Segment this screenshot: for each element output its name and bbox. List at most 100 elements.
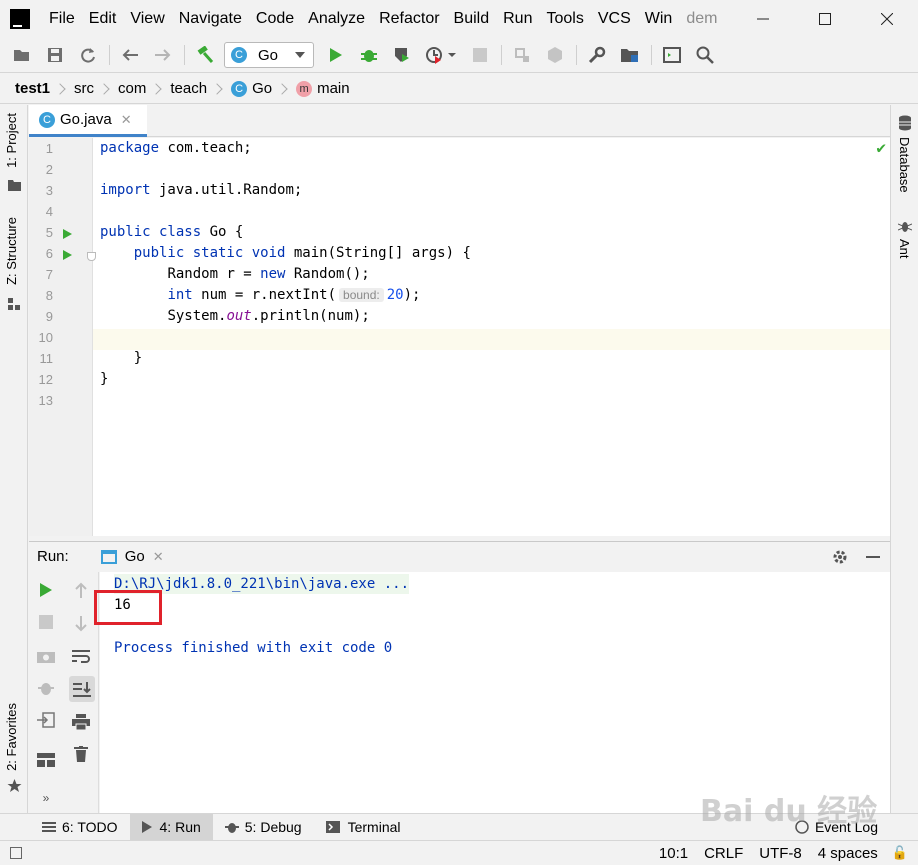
close-run-tab-icon[interactable]: ✕ bbox=[153, 549, 164, 565]
update-button[interactable] bbox=[541, 41, 569, 69]
run-configuration-label: Go bbox=[258, 46, 279, 64]
stop-run-button[interactable] bbox=[34, 610, 58, 634]
run-icon bbox=[141, 821, 152, 833]
scroll-down-button[interactable] bbox=[69, 612, 93, 636]
run-panel-header: Run: Go ✕ bbox=[29, 541, 890, 571]
breadcrumb-project[interactable]: test1 bbox=[15, 80, 50, 97]
run-tool-button[interactable]: 4: Run bbox=[129, 813, 213, 841]
sync-button[interactable] bbox=[74, 41, 102, 69]
save-all-button[interactable] bbox=[41, 41, 69, 69]
breadcrumb-teach[interactable]: teach bbox=[170, 80, 207, 97]
lock-icon[interactable]: 🔓 bbox=[892, 845, 908, 861]
project-structure-button[interactable] bbox=[616, 41, 644, 69]
exit-debug-button[interactable] bbox=[34, 676, 58, 700]
more-actions-icon[interactable]: » bbox=[34, 786, 58, 810]
run-configuration-select[interactable]: C Go bbox=[224, 42, 314, 68]
run-gutter-icon[interactable] bbox=[63, 250, 72, 260]
menu-analyze[interactable]: Analyze bbox=[301, 0, 372, 38]
project-tool-tab[interactable]: 1: Project bbox=[4, 113, 19, 168]
hammer-icon bbox=[197, 46, 214, 63]
class-icon: C bbox=[39, 111, 55, 128]
menu-code[interactable]: Code bbox=[249, 0, 301, 38]
code-editor[interactable]: 1 2 3 4 5 6 7 8 9 10 11 12 13 package co… bbox=[29, 138, 890, 536]
print-button[interactable] bbox=[69, 710, 93, 734]
profile-button[interactable] bbox=[421, 41, 461, 69]
clear-all-button[interactable] bbox=[69, 742, 93, 766]
tool-windows-icon[interactable] bbox=[10, 847, 22, 859]
debug-button[interactable] bbox=[355, 41, 383, 69]
breadcrumb-class[interactable]: C Go bbox=[231, 80, 272, 97]
settings-button[interactable] bbox=[583, 41, 611, 69]
menu-build[interactable]: Build bbox=[447, 0, 497, 38]
menu-window[interactable]: Win bbox=[638, 0, 680, 38]
caret-position[interactable]: 10:1 bbox=[659, 845, 688, 862]
scroll-up-button[interactable] bbox=[69, 578, 93, 602]
toolbar-separator bbox=[501, 45, 502, 65]
ant-tool-tab[interactable]: Ant bbox=[897, 239, 912, 259]
menu-run[interactable]: Run bbox=[496, 0, 539, 38]
menu-edit[interactable]: Edit bbox=[82, 0, 124, 38]
line-number: 1 bbox=[45, 141, 53, 156]
breadcrumb-com[interactable]: com bbox=[118, 80, 146, 97]
menu-view[interactable]: View bbox=[123, 0, 171, 38]
stop-button[interactable] bbox=[466, 41, 494, 69]
menu-tools[interactable]: Tools bbox=[539, 0, 590, 38]
database-tool-label: Database bbox=[897, 137, 912, 193]
code-area[interactable]: package com.teach; import java.util.Rand… bbox=[100, 138, 890, 536]
breadcrumb-method[interactable]: m main bbox=[296, 80, 350, 97]
left-tool-strip: 1: Project Z: Structure 2: Favorites bbox=[0, 105, 28, 813]
menu-file[interactable]: File bbox=[42, 0, 82, 38]
database-tool-tab[interactable]: Database bbox=[897, 137, 912, 193]
run-anything-button[interactable] bbox=[658, 41, 686, 69]
favorites-tool-tab[interactable]: 2: Favorites bbox=[4, 703, 19, 771]
terminal-tool-button[interactable]: Terminal bbox=[314, 814, 413, 841]
fold-icon[interactable] bbox=[87, 252, 96, 261]
debug-tool-button[interactable]: 5: Debug bbox=[213, 814, 314, 841]
inspection-ok-icon[interactable]: ✔ bbox=[876, 138, 886, 157]
bug-icon bbox=[224, 823, 239, 833]
gear-icon[interactable] bbox=[832, 549, 848, 565]
line-number: 2 bbox=[45, 162, 53, 177]
code-line-8: int num = r.nextInt(bound: 20); bbox=[167, 287, 421, 303]
menu-vcs[interactable]: VCS bbox=[591, 0, 638, 38]
close-tab-icon[interactable]: ✕ bbox=[121, 112, 132, 128]
indent-setting[interactable]: 4 spaces bbox=[818, 845, 878, 862]
run-gutter-icon[interactable] bbox=[63, 229, 72, 239]
hide-panel-icon[interactable] bbox=[866, 555, 880, 559]
dump-threads-button[interactable] bbox=[34, 644, 58, 668]
structure-tool-label: Z: Structure bbox=[4, 217, 19, 285]
back-button[interactable] bbox=[116, 41, 144, 69]
rerun-button[interactable] bbox=[34, 578, 58, 602]
line-separator[interactable]: CRLF bbox=[704, 845, 743, 862]
minimize-button[interactable] bbox=[732, 0, 794, 38]
import-button[interactable] bbox=[34, 708, 58, 732]
structure-tool-tab[interactable]: Z: Structure bbox=[4, 217, 19, 285]
code-line-12: } bbox=[100, 371, 109, 387]
run-toolbar-primary: » bbox=[29, 572, 63, 813]
open-button[interactable] bbox=[8, 41, 36, 69]
run-button[interactable] bbox=[322, 41, 350, 69]
search-everywhere-button[interactable] bbox=[691, 41, 719, 69]
forward-button[interactable] bbox=[149, 41, 177, 69]
layout-button[interactable] bbox=[34, 748, 58, 772]
scroll-to-end-button[interactable] bbox=[69, 676, 95, 702]
code-line-11: } bbox=[100, 350, 143, 366]
maximize-button[interactable] bbox=[794, 0, 856, 38]
minimize-icon bbox=[757, 18, 769, 20]
menu-navigate[interactable]: Navigate bbox=[172, 0, 249, 38]
file-encoding[interactable]: UTF-8 bbox=[759, 845, 802, 862]
run-tab-go[interactable]: Go ✕ bbox=[95, 542, 170, 572]
breadcrumb-src[interactable]: src bbox=[74, 80, 94, 97]
coverage-button[interactable] bbox=[388, 41, 416, 69]
layout-icon bbox=[37, 753, 55, 767]
soft-wrap-button[interactable] bbox=[69, 644, 93, 668]
editor-tab-bar: C Go.java ✕ bbox=[29, 105, 890, 137]
todo-tool-button[interactable]: 6: TODO bbox=[30, 814, 130, 841]
attach-button[interactable] bbox=[508, 41, 536, 69]
close-button[interactable] bbox=[856, 0, 918, 38]
menu-refactor[interactable]: Refactor bbox=[372, 0, 446, 38]
editor-tab-go-java[interactable]: C Go.java ✕ bbox=[29, 105, 147, 137]
run-console[interactable]: D:\RJ\jdk1.8.0_221\bin\java.exe ... 16 P… bbox=[100, 572, 890, 813]
editor-tab-label: Go.java bbox=[60, 111, 112, 128]
build-button[interactable] bbox=[191, 41, 219, 69]
